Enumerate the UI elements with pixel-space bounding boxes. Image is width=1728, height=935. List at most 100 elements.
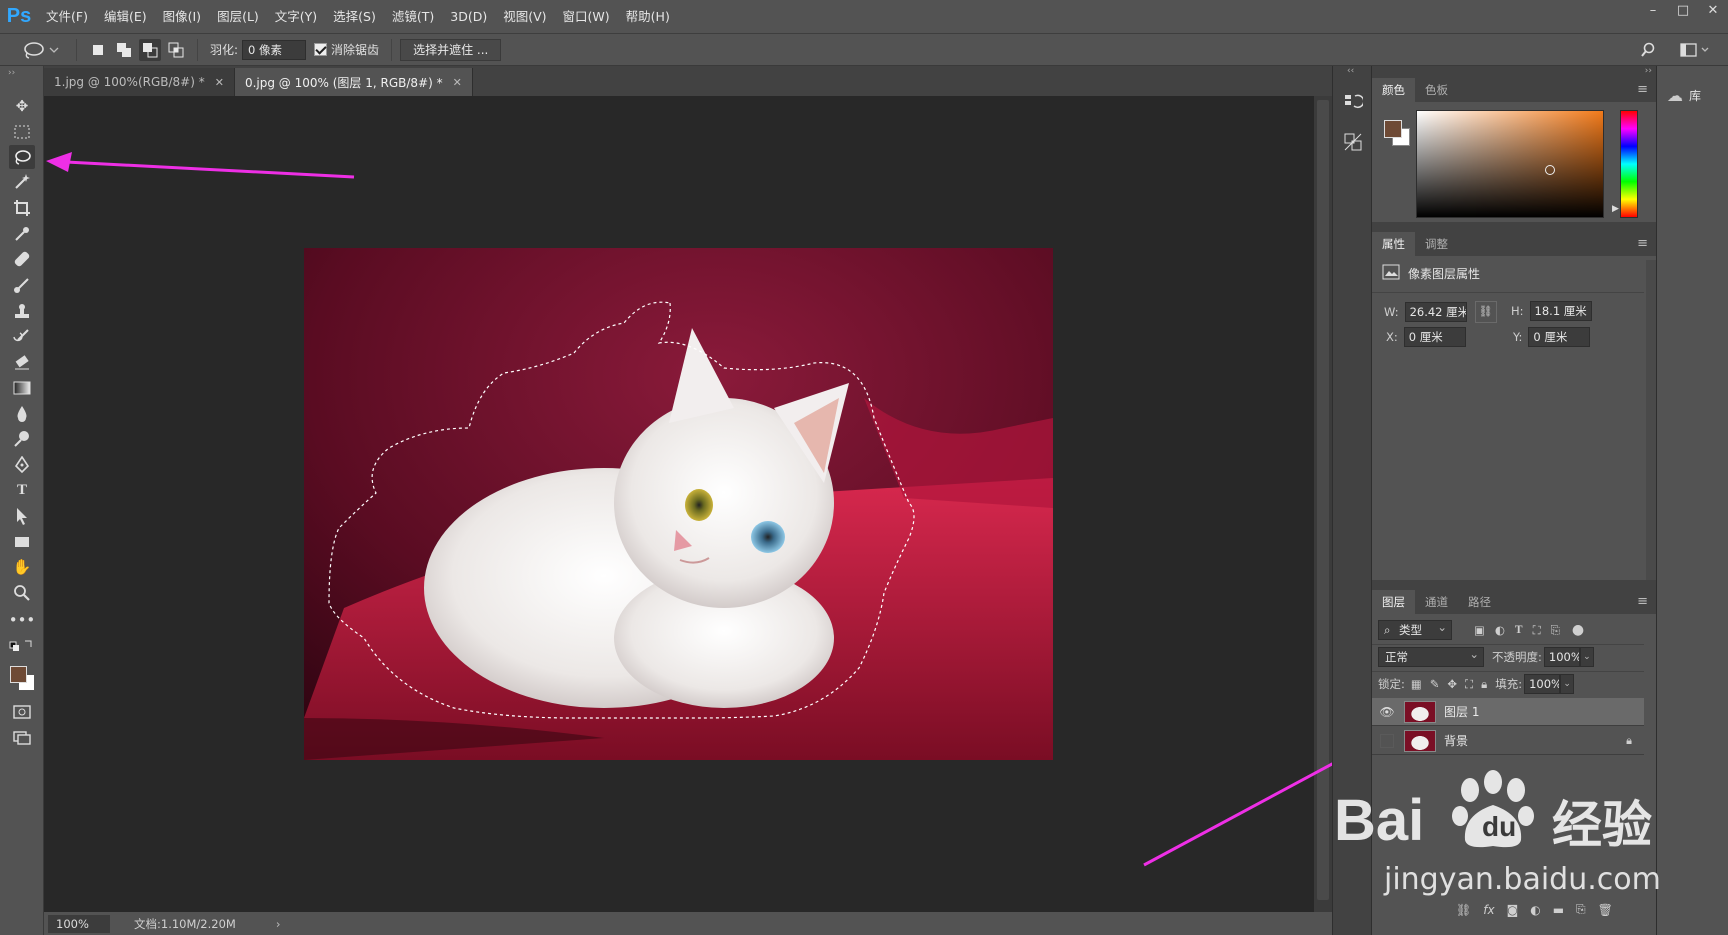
healing-brush-tool-icon[interactable] <box>9 247 35 271</box>
layer-filter-select[interactable]: ⌕ 类型 <box>1378 618 1452 640</box>
more-tools-icon[interactable]: ••• <box>9 608 36 632</box>
panel-menu-icon[interactable]: ≡ <box>1637 594 1648 609</box>
opacity-dropdown-icon[interactable]: ⌄ <box>1579 647 1594 667</box>
fill-input[interactable]: 100% <box>1524 674 1561 694</box>
menu-3d[interactable]: 3D(D) <box>442 0 495 33</box>
fx-icon[interactable]: fx <box>1483 903 1494 917</box>
marquee-tool-icon[interactable] <box>9 120 35 144</box>
close-icon[interactable]: ✕ <box>1698 0 1728 22</box>
menu-view[interactable]: 视图(V) <box>495 0 554 33</box>
collapse-dock-icon[interactable]: ‹‹ <box>1347 66 1354 76</box>
brush-tool-icon[interactable] <box>9 273 35 297</box>
eraser-tool-icon[interactable] <box>9 350 35 374</box>
color-picker-field[interactable] <box>1416 110 1604 218</box>
tab-channels[interactable]: 通道 <box>1415 590 1458 614</box>
tab-0-jpg[interactable]: 0.jpg @ 100% (图层 1, RGB/8#) * ✕ <box>234 68 473 96</box>
subtract-selection-button[interactable] <box>139 38 161 61</box>
add-selection-button[interactable] <box>113 39 135 61</box>
document-info[interactable]: 文档:1.10M/2.20M <box>134 916 236 932</box>
filter-shape-icon[interactable]: ⛶ <box>1533 623 1541 638</box>
collapse-panels-icon[interactable]: ›› <box>1645 66 1652 76</box>
delete-layer-icon[interactable]: 🗑︎ <box>1598 903 1613 917</box>
visibility-toggle-off[interactable]: · <box>1380 733 1394 748</box>
lasso-preset-picker[interactable] <box>20 38 68 62</box>
path-selection-tool-icon[interactable] <box>9 504 35 528</box>
new-layer-icon[interactable]: ⎘ <box>1576 902 1586 917</box>
x-input[interactable]: 0 厘米 <box>1403 327 1466 347</box>
panel-menu-icon[interactable]: ≡ <box>1637 236 1648 251</box>
default-colors-icon[interactable] <box>9 634 35 658</box>
menu-help[interactable]: 帮助(H) <box>618 0 678 33</box>
magic-wand-tool-icon[interactable] <box>9 170 35 194</box>
maximize-icon[interactable]: □ <box>1668 0 1698 22</box>
chevron-right-icon[interactable]: › <box>276 917 281 931</box>
menu-file[interactable]: 文件(F) <box>38 0 96 33</box>
workspace-switcher-icon[interactable] <box>1680 38 1714 62</box>
menu-image[interactable]: 图像(I) <box>155 0 209 33</box>
menu-select[interactable]: 选择(S) <box>325 0 384 33</box>
lock-image-icon[interactable]: ✎ <box>1430 677 1440 691</box>
visibility-eye-icon[interactable]: 👁︎ <box>1378 705 1396 719</box>
layer-row-layer1[interactable]: 👁︎ 图层 1 <box>1372 698 1644 726</box>
filter-adjustment-icon[interactable]: ◐ <box>1495 623 1505 637</box>
link-layers-icon[interactable]: ⛓ <box>1456 903 1471 917</box>
tab-swatches[interactable]: 色板 <box>1415 78 1458 102</box>
crop-tool-icon[interactable] <box>9 196 35 220</box>
adjustment-layer-icon[interactable]: ◐ <box>1530 903 1540 917</box>
collapse-toolbar-icon[interactable]: ›› <box>8 68 15 78</box>
history-brush-tool-icon[interactable] <box>9 324 35 348</box>
hand-tool-icon[interactable]: ✋ <box>9 555 35 579</box>
tab-paths[interactable]: 路径 <box>1458 590 1501 614</box>
layer-row-background[interactable]: · 背景 🔒︎ <box>1372 727 1644 755</box>
clone-stamp-tool-icon[interactable] <box>9 299 35 323</box>
lock-position-icon[interactable]: ✥ <box>1447 677 1457 691</box>
menu-window[interactable]: 窗口(W) <box>555 0 618 33</box>
filter-type-icon[interactable]: T <box>1515 624 1523 636</box>
libraries-tab[interactable]: ☁ 库 <box>1667 86 1701 105</box>
hue-slider-handle-icon[interactable]: ▶ <box>1612 204 1619 214</box>
rectangle-tool-icon[interactable] <box>9 530 35 554</box>
screen-mode-icon[interactable] <box>9 726 35 750</box>
move-tool-icon[interactable]: ✥ <box>9 94 35 118</box>
dodge-tool-icon[interactable] <box>9 427 35 451</box>
cat-photo[interactable] <box>304 248 1053 760</box>
zoom-level-field[interactable]: 100% <box>48 914 110 933</box>
tab-1-jpg[interactable]: 1.jpg @ 100%(RGB/8#) * ✕ <box>44 68 235 96</box>
fill-dropdown-icon[interactable]: ⌄ <box>1560 674 1575 694</box>
tab-properties[interactable]: 属性 <box>1372 232 1415 256</box>
foreground-color-swatch[interactable] <box>1384 120 1402 138</box>
new-group-icon[interactable]: ▬ <box>1553 903 1564 917</box>
width-input[interactable]: 26.42 厘米 <box>1404 302 1467 322</box>
layer-name[interactable]: 图层 1 <box>1444 703 1479 720</box>
close-tab-icon[interactable]: ✕ <box>215 76 224 89</box>
gradient-tool-icon[interactable] <box>9 376 35 400</box>
panel-menu-icon[interactable]: ≡ <box>1637 82 1648 97</box>
intersect-selection-button[interactable] <box>165 39 187 61</box>
new-selection-button[interactable] <box>87 39 109 61</box>
select-and-mask-button[interactable]: 选择并遮住 ... <box>400 38 502 61</box>
minimize-icon[interactable]: – <box>1638 0 1668 22</box>
history-panel-icon[interactable] <box>1341 90 1365 114</box>
properties-scrollbar[interactable] <box>1646 260 1656 580</box>
zoom-tool-icon[interactable] <box>9 581 35 605</box>
antialias-checkbox[interactable] <box>314 43 328 56</box>
filter-smartobject-icon[interactable]: ⎘ <box>1551 623 1560 638</box>
color-picker-cursor[interactable] <box>1545 165 1555 175</box>
lasso-tool-icon[interactable] <box>9 145 35 169</box>
close-tab-icon[interactable]: ✕ <box>453 76 462 89</box>
lock-transparent-icon[interactable]: ▦ <box>1411 677 1422 691</box>
link-proportions-icon[interactable]: ⛓ <box>1474 301 1497 323</box>
foreground-color-swatch[interactable] <box>10 666 27 683</box>
lock-all-icon[interactable]: 🔒︎ <box>1481 677 1487 692</box>
search-icon[interactable] <box>1636 38 1660 62</box>
eyedropper-tool-icon[interactable] <box>9 222 35 246</box>
hue-slider[interactable] <box>1620 110 1638 218</box>
pen-tool-icon[interactable] <box>9 453 35 477</box>
lock-artboard-icon[interactable]: ⛶ <box>1465 677 1473 692</box>
properties-panel-icon[interactable] <box>1341 130 1365 154</box>
menu-filter[interactable]: 滤镜(T) <box>384 0 442 33</box>
blend-mode-select[interactable]: 正常 <box>1378 645 1484 667</box>
menu-layer[interactable]: 图层(L) <box>209 0 267 33</box>
filter-pixel-icon[interactable]: ▣ <box>1474 623 1485 637</box>
tab-adjustments[interactable]: 调整 <box>1415 232 1458 256</box>
